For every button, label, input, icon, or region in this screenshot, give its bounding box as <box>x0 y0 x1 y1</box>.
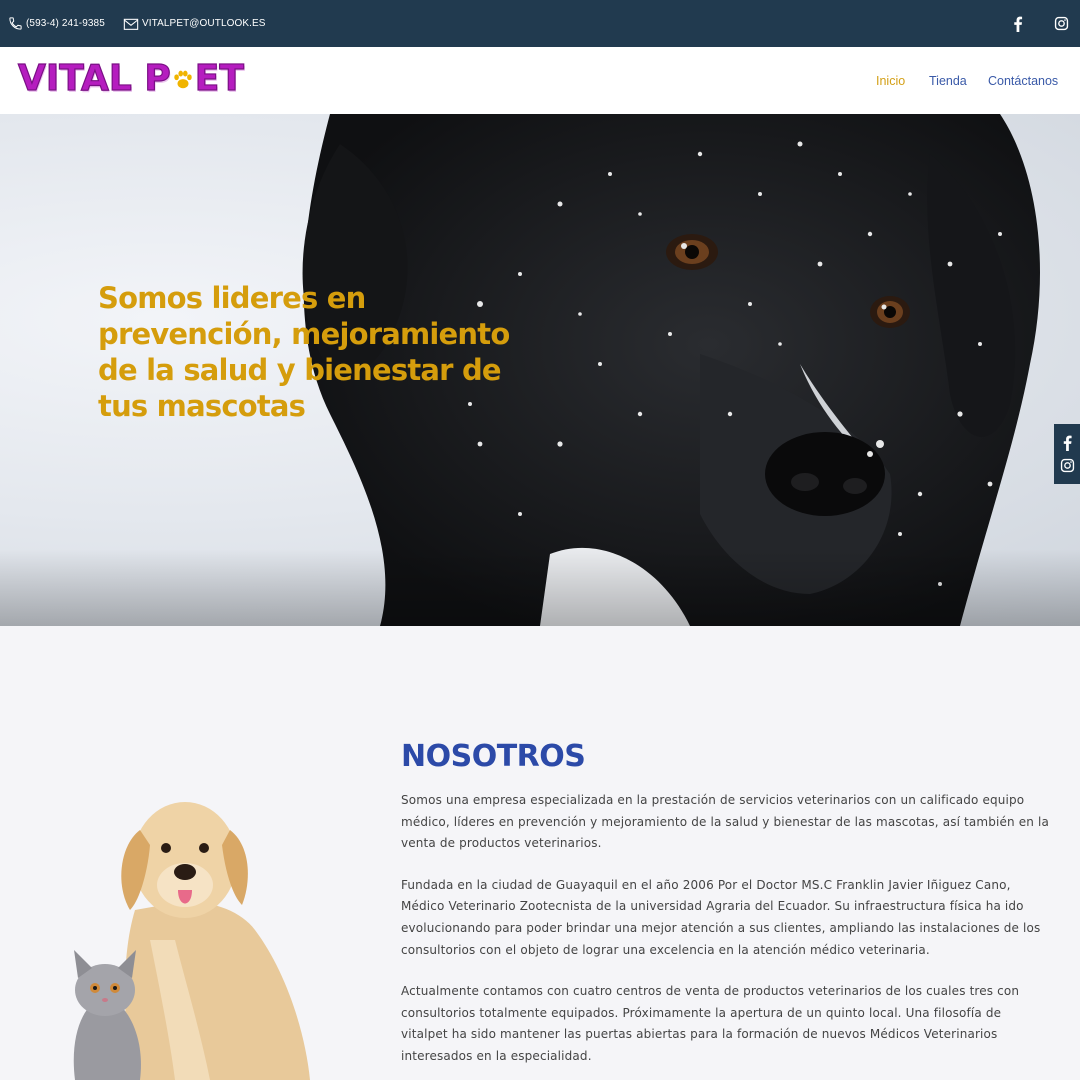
about-paragraph: Fundada en la ciudad de Guayaquil en el … <box>401 877 1041 957</box>
site-header: VITAL P ET Inicio Tienda Contáctanos <box>0 47 1080 114</box>
instagram-icon <box>1054 16 1069 31</box>
dog-and-cat-photo <box>73 802 310 1080</box>
facebook-link[interactable] <box>1012 0 1024 47</box>
nav-inicio[interactable]: Inicio <box>876 47 905 114</box>
about-title: NOSOTROS <box>401 739 586 774</box>
phone-contact[interactable]: (593-4) 241-9385 <box>8 0 105 47</box>
hero-banner: Somos lideres en prevención, mejoramient… <box>0 114 1080 626</box>
email-contact[interactable]: VITALPET@OUTLOOK.ES <box>123 0 266 47</box>
hero-title: Somos lideres en prevención, mejoramient… <box>98 281 510 423</box>
side-social-bar <box>1054 424 1080 484</box>
logo-text-right: ET <box>194 58 244 99</box>
instagram-link[interactable] <box>1054 0 1069 47</box>
facebook-icon[interactable] <box>1062 435 1073 451</box>
phone-icon <box>9 17 22 30</box>
vital-pet-logo[interactable]: VITAL P ET <box>17 58 244 99</box>
paw-icon <box>174 70 192 89</box>
envelope-icon <box>123 18 139 30</box>
email-address: VITALPET@OUTLOOK.ES <box>142 18 266 29</box>
nav-tienda[interactable]: Tienda <box>929 47 967 114</box>
about-paragraph: Somos una empresa especializada en la pr… <box>401 793 1049 851</box>
about-text: Somos una empresa especializada en la pr… <box>401 790 1051 1080</box>
top-bar: (593-4) 241-9385 VITALPET@OUTLOOK.ES <box>0 0 1080 47</box>
nav-contactanos[interactable]: Contáctanos <box>988 47 1058 114</box>
about-paragraph: Actualmente contamos con cuatro centros … <box>401 984 1020 1063</box>
logo-text-left: VITAL P <box>17 58 171 99</box>
instagram-icon[interactable] <box>1060 458 1075 473</box>
facebook-icon <box>1014 16 1023 32</box>
phone-number: (593-4) 241-9385 <box>26 18 105 29</box>
